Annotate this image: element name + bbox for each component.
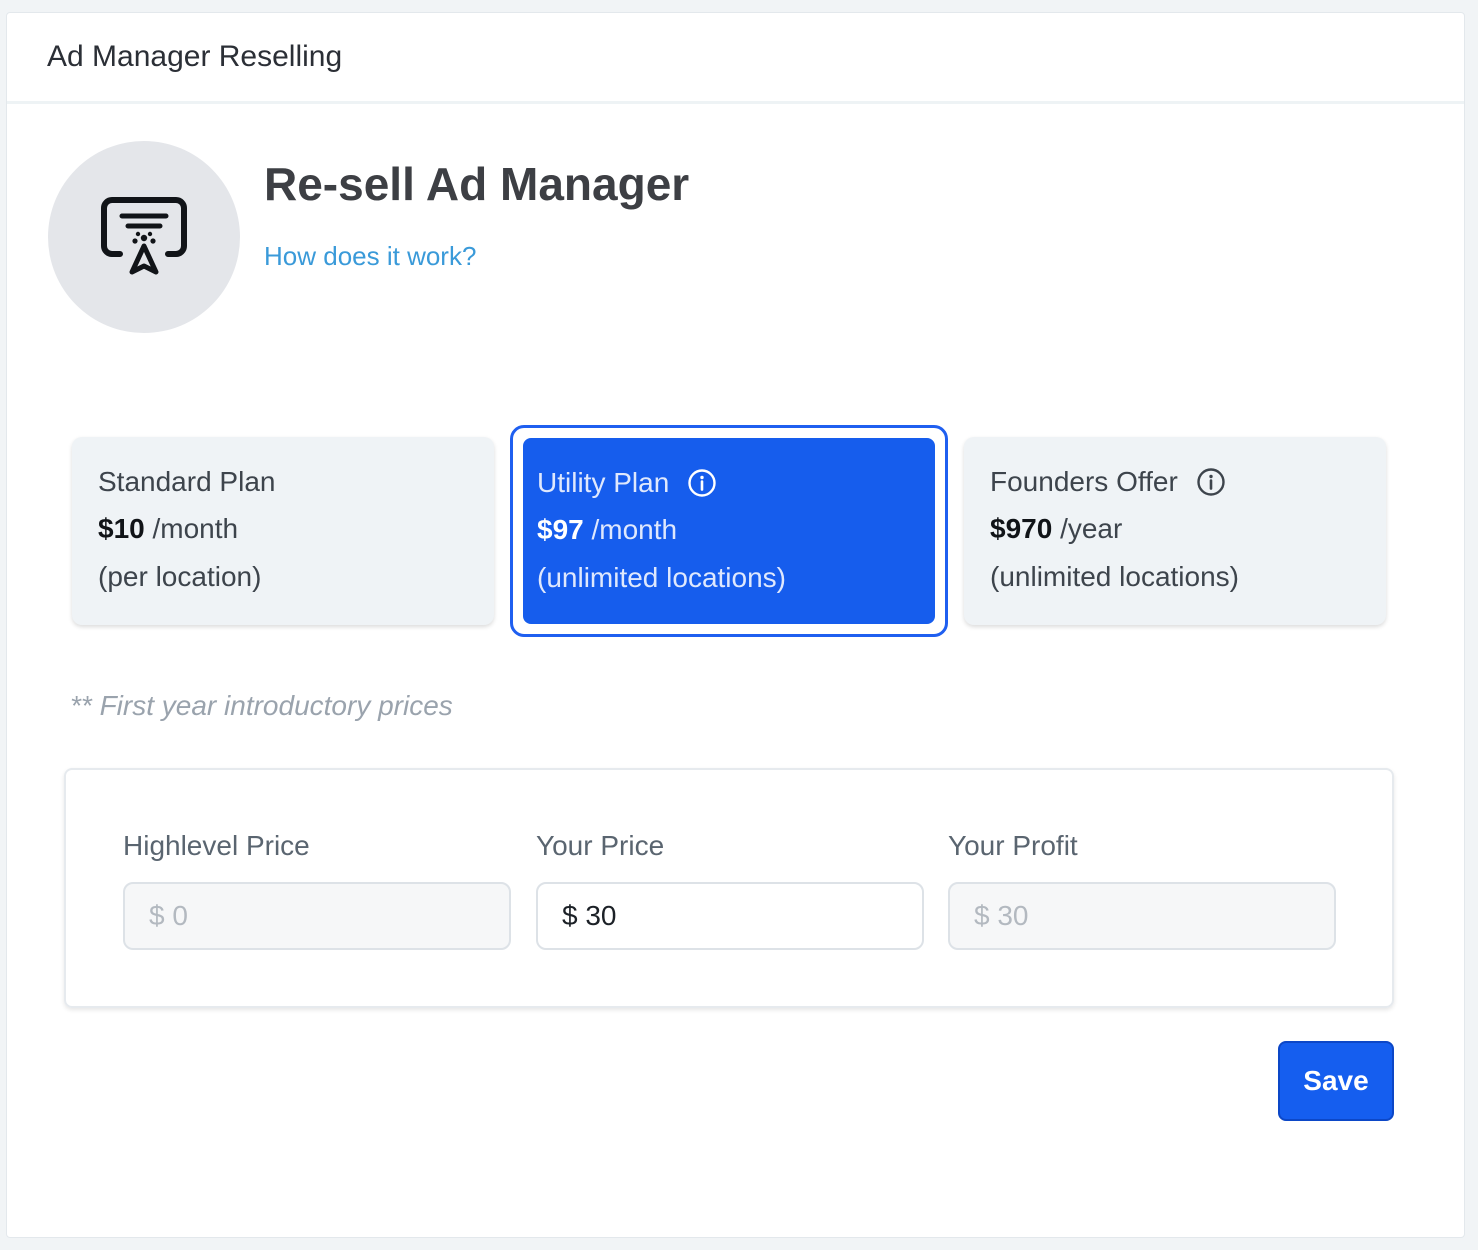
info-icon[interactable] [1196, 467, 1226, 497]
plan-note: (unlimited locations) [990, 561, 1239, 592]
plan-name-row: Founders Offer [990, 465, 1386, 499]
page-title: Re-sell Ad Manager [264, 158, 690, 210]
plan-name: Utility Plan [537, 467, 670, 498]
info-icon[interactable] [687, 468, 717, 498]
plan-name-row: Utility Plan [537, 466, 935, 500]
plan-price: $10 /month [98, 513, 494, 547]
your-price-label: Your Price [536, 830, 665, 861]
plan-card-utility-selected-ring: Utility Plan $97 /month (unlimited locat… [510, 425, 948, 637]
plan-price: $970 /year [990, 513, 1386, 547]
plan-price-period: /year [1060, 513, 1123, 544]
plan-price-period: /month [152, 513, 239, 544]
your-price-input[interactable]: $ 30 [536, 882, 924, 950]
panel-header: Ad Manager Reselling [7, 13, 1464, 104]
pricing-card: Highlevel Price $ 0 Your Price $ 30 Your… [64, 768, 1394, 1008]
plan-card-utility[interactable]: Utility Plan $97 /month (unlimited locat… [523, 438, 935, 624]
hero-text: Re-sell Ad Manager How does it work? [264, 141, 689, 333]
plan-options: Standard Plan $10 /month (per location) … [72, 425, 1388, 637]
plan-price-amount: $970 [990, 513, 1053, 544]
plan-name: Standard Plan [98, 466, 276, 497]
highlevel-price-label: Highlevel Price [123, 830, 310, 861]
introductory-price-note: ** First year introductory prices [70, 690, 453, 721]
plan-price: $97 /month [537, 514, 935, 548]
plan-price-amount: $97 [537, 514, 584, 545]
save-button[interactable]: Save [1278, 1041, 1394, 1121]
your-profit-label: Your Profit [948, 830, 1078, 861]
highlevel-price-field: Highlevel Price $ 0 [123, 830, 511, 950]
ad-manager-icon [101, 197, 187, 275]
plan-note: (unlimited locations) [537, 562, 786, 593]
your-profit-input: $ 30 [948, 882, 1336, 950]
plan-card-standard[interactable]: Standard Plan $10 /month (per location) [72, 437, 494, 625]
your-price-field: Your Price $ 30 [536, 830, 924, 950]
hero-section: Re-sell Ad Manager How does it work? [48, 141, 689, 333]
plan-note: (per location) [98, 561, 262, 592]
how-it-works-link[interactable]: How does it work? [264, 241, 689, 272]
highlevel-price-input: $ 0 [123, 882, 511, 950]
plan-name: Founders Offer [990, 466, 1178, 497]
plan-price-amount: $10 [98, 513, 145, 544]
ad-manager-avatar [48, 141, 240, 333]
plan-price-period: /month [591, 514, 678, 545]
plan-card-founders[interactable]: Founders Offer $970 /year (unlimited loc… [964, 437, 1386, 625]
panel-title: Ad Manager Reselling [47, 40, 343, 73]
your-profit-field: Your Profit $ 30 [948, 830, 1336, 950]
